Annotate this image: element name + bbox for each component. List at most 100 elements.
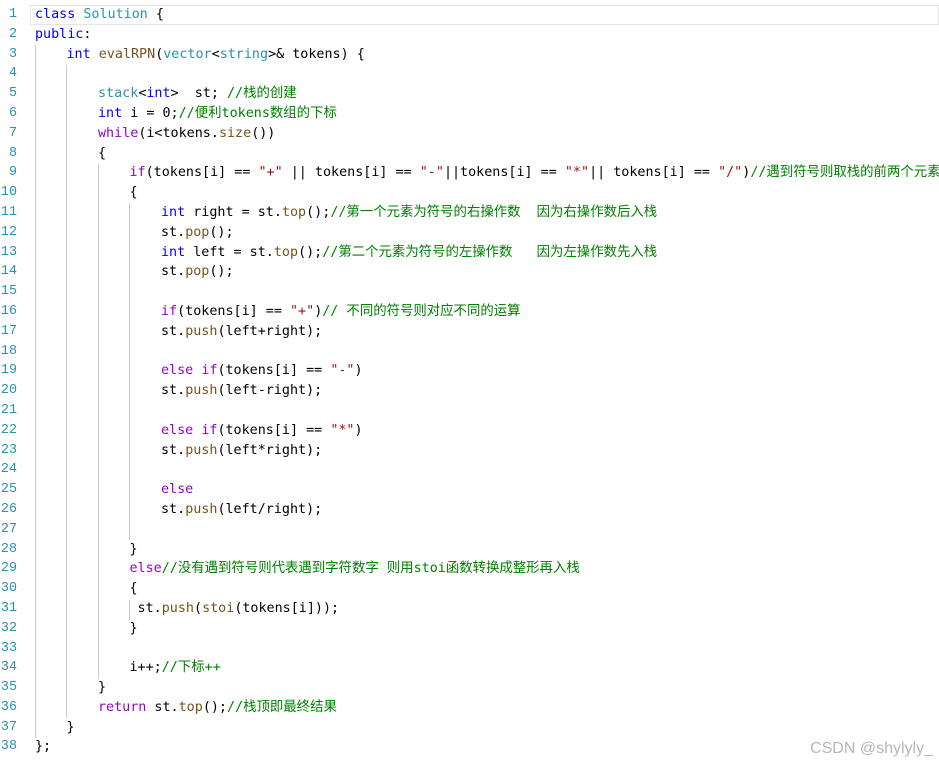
code-line[interactable]: 6 int i = 0;//便利tokens数组的下标	[0, 104, 939, 124]
code-line[interactable]: 1 class Solution {	[0, 5, 939, 25]
code-token: return	[98, 699, 147, 715]
code-editor[interactable]: 1 class Solution {2 public: 3 int evalRPN(ve…	[0, 5, 939, 757]
code-token: }	[129, 541, 138, 557]
code-line[interactable]: 33	[0, 639, 939, 659]
code-token: (tokens[i] ==	[217, 422, 331, 438]
code-token: evalRPN	[98, 46, 156, 62]
code-token: st.	[161, 323, 186, 339]
line-number: 34	[0, 660, 17, 676]
code-token: st.	[129, 600, 162, 616]
code-token: ();	[306, 204, 331, 220]
code-line[interactable]: 4	[0, 64, 939, 84]
code-line[interactable]: 11 int right = st.top();//第一个元素为符号的右操作数 因…	[0, 203, 939, 223]
code-token: push	[185, 501, 218, 517]
code-token: >& tokens) {	[268, 46, 365, 62]
code-line[interactable]: 24	[0, 460, 939, 480]
code-line[interactable]: 31 st.push(stoi(tokens[i]));	[0, 599, 939, 619]
line-number: 1	[8, 7, 17, 22]
code-line[interactable]: 37}	[0, 718, 939, 738]
code-line[interactable]: 35}	[0, 678, 939, 698]
code-line[interactable]: 9 if(tokens[i] == "+" || tokens[i] == "-"…	[0, 163, 939, 183]
code-text: i++;//下标++	[130, 658, 221, 678]
code-line[interactable]: 10 {	[0, 183, 939, 203]
line-number: 14	[0, 264, 17, 280]
code-text: int i = 0;//便利tokens数组的下标	[98, 104, 337, 124]
code-token: "+"	[258, 165, 283, 181]
code-token: (tokens[i] ==	[177, 303, 290, 319]
code-line[interactable]: 30 {	[0, 579, 939, 599]
code-line[interactable]: 36 return st.top();//栈顶即最终结果	[0, 698, 939, 718]
code-token: > st;	[170, 86, 227, 102]
code-line[interactable]: 17 st.push(left+right);	[0, 322, 939, 342]
code-token: // 不同的符号则对应不同的运算	[322, 303, 521, 319]
code-line[interactable]: 16 if(tokens[i] == "+")// 不同的符号则对应不同的运算	[0, 302, 939, 322]
code-token: while	[98, 125, 139, 141]
code-line[interactable]: 28}	[0, 540, 939, 560]
code-line[interactable]: 19 else if(tokens[i] == "-")	[0, 361, 939, 381]
code-line[interactable]: 13 int left = st.top();//第二个元素为符号的左操作数 因为…	[0, 243, 939, 263]
code-line[interactable]: 34 i++;//下标++	[0, 658, 939, 678]
code-line[interactable]: 7 while(i<tokens.size())	[0, 124, 939, 144]
code-token: i = 0;	[122, 105, 179, 121]
code-line[interactable]: 3 int evalRPN(vector<string>& tokens) {	[0, 45, 939, 65]
line-number: 35	[0, 680, 17, 696]
line-number: 32	[0, 620, 17, 636]
code-line[interactable]: 2 public:	[0, 25, 939, 45]
code-token: pop	[185, 264, 210, 280]
code-token: else	[161, 482, 194, 498]
code-text: while(i<tokens.size())	[98, 124, 275, 144]
code-line[interactable]: 12 st.pop();	[0, 223, 939, 243]
code-line[interactable]: 32}	[0, 619, 939, 639]
code-line[interactable]: 14 st.pop();	[0, 262, 939, 282]
code-token: string	[219, 46, 269, 62]
code-line[interactable]: 5 stack<int> st; //栈的创建	[0, 84, 939, 104]
code-token: //下标++	[161, 660, 221, 676]
line-number: 4	[8, 66, 17, 82]
code-token: push	[161, 600, 194, 616]
code-line[interactable]: 26 st.push(left/right);	[0, 500, 939, 520]
code-token: //没有遇到符号则代表遇到字符数字 则用stoi函数转换成整形再入栈	[161, 561, 580, 577]
code-token: left = st.	[185, 244, 274, 260]
code-line[interactable]: 15	[0, 282, 939, 302]
code-line[interactable]: 21	[0, 401, 939, 421]
line-number: 25	[0, 482, 17, 498]
code-text: st.pop();	[161, 262, 234, 282]
code-text: };	[35, 737, 51, 757]
line-number: 23	[0, 442, 17, 458]
code-line[interactable]: 27	[0, 520, 939, 540]
code-text: if(tokens[i] == "+")// 不同的符号则对应不同的运算	[161, 302, 521, 322]
code-token: public	[35, 26, 84, 42]
code-token: top	[281, 204, 307, 220]
code-line[interactable]: 25 else	[0, 480, 939, 500]
code-text: }	[67, 718, 75, 738]
code-token: (i<tokens.	[138, 125, 219, 141]
line-number: 17	[0, 323, 17, 339]
code-text: else if(tokens[i] == "-")	[161, 361, 363, 381]
line-number: 24	[0, 462, 17, 478]
code-text: st.push(left*right);	[161, 441, 322, 461]
code-text: }	[130, 540, 138, 560]
line-number: 3	[8, 46, 17, 62]
code-text: int right = st.top();//第一个元素为符号的右操作数 因为右…	[161, 203, 657, 223]
code-text: {	[130, 183, 138, 203]
code-line[interactable]: 22 else if(tokens[i] == "*")	[0, 421, 939, 441]
code-line[interactable]: 38};	[0, 737, 939, 757]
code-line[interactable]: 18	[0, 342, 939, 362]
code-token: (tokens[i] ==	[217, 363, 331, 379]
line-number: 10	[0, 185, 17, 201]
code-line[interactable]: 8{	[0, 144, 939, 164]
code-token: push	[185, 383, 218, 399]
code-line[interactable]: 20 st.push(left-right);	[0, 381, 939, 401]
code-token: st.	[146, 699, 179, 715]
code-token: top	[178, 699, 203, 715]
code-text: }	[130, 619, 138, 639]
code-text: {	[130, 579, 138, 599]
code-token: }	[66, 719, 75, 735]
code-token: }	[129, 620, 138, 636]
line-number: 26	[0, 501, 17, 517]
line-number: 22	[0, 422, 17, 438]
code-line[interactable]: 23 st.push(left*right);	[0, 441, 939, 461]
code-token: ();	[202, 699, 227, 715]
code-line[interactable]: 29 else//没有遇到符号则代表遇到字符数字 则用stoi函数转换成整形再入栈	[0, 559, 939, 579]
